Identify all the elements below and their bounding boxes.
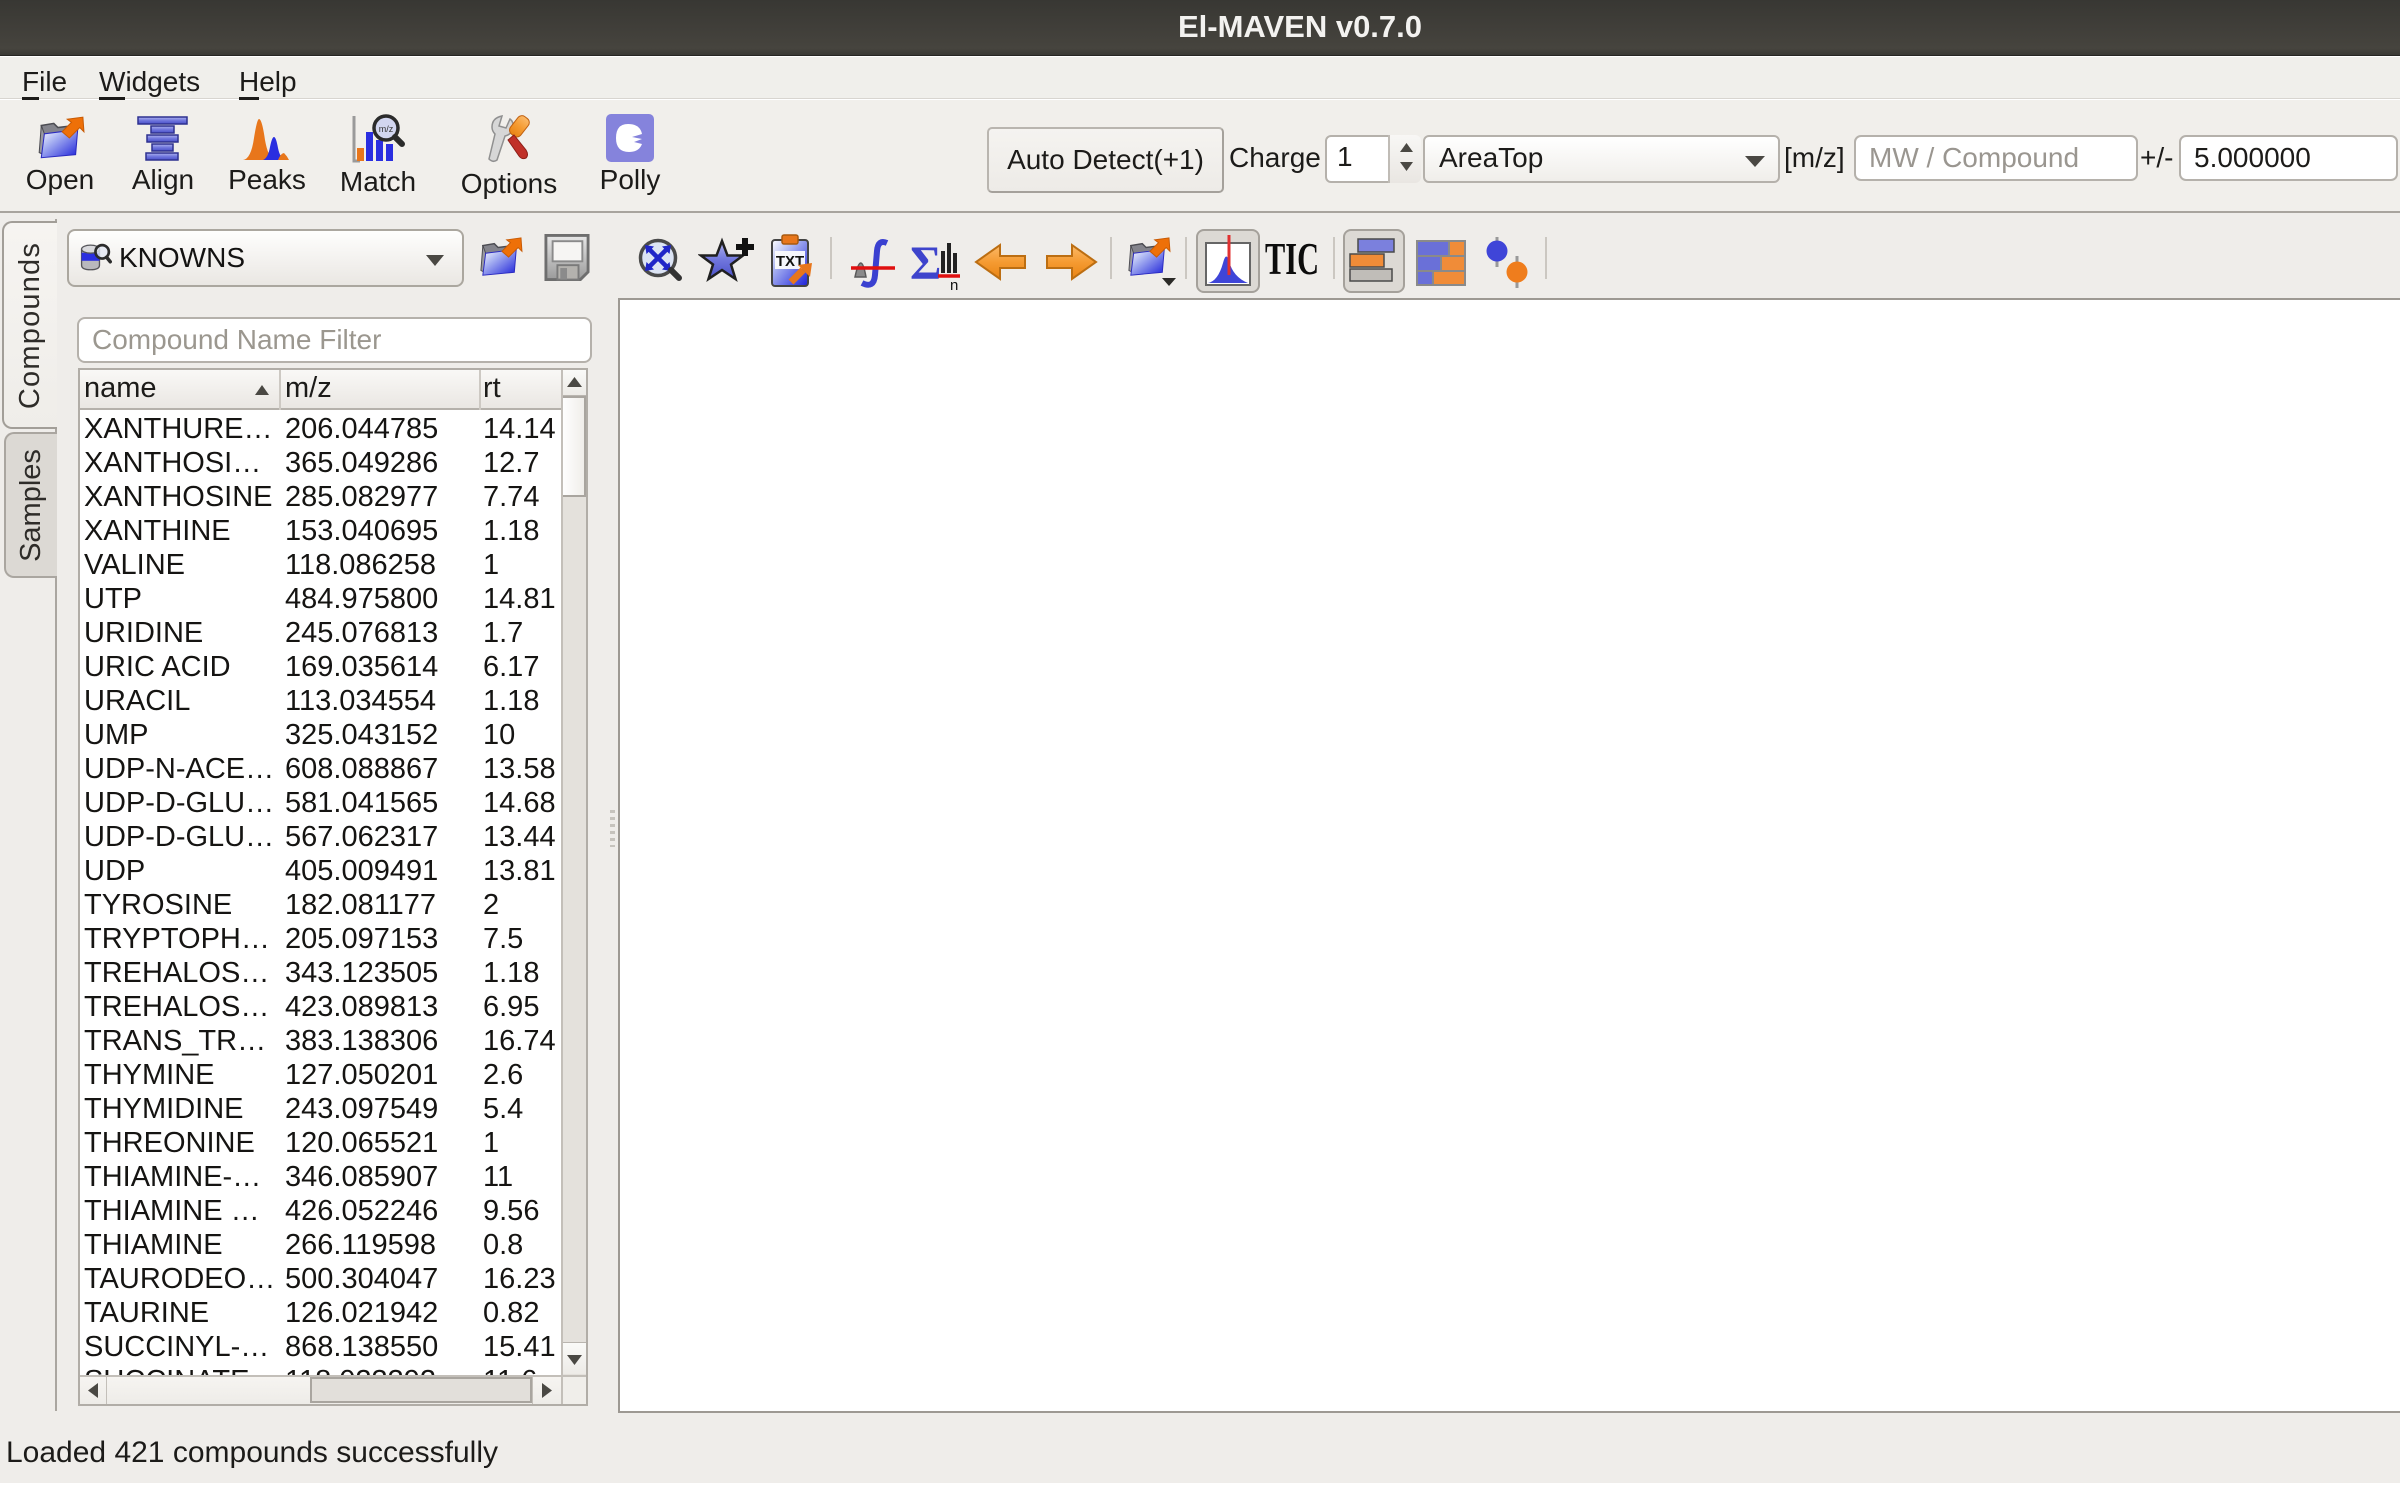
svg-text:Σ: Σ xyxy=(910,239,941,290)
svg-text:m/z: m/z xyxy=(379,124,394,134)
svg-text:n: n xyxy=(950,277,958,291)
svg-text:TXT: TXT xyxy=(776,253,804,270)
svg-text:TIC: TIC xyxy=(1265,240,1319,284)
